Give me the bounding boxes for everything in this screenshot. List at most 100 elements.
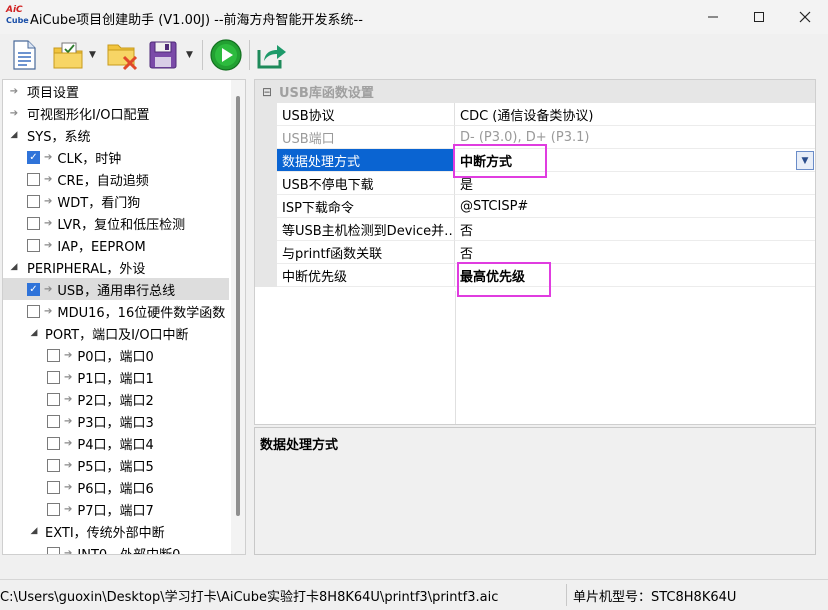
export-button[interactable] (256, 38, 288, 72)
property-name: USB不停电下载 (277, 172, 455, 195)
tree-item[interactable]: ➔ P0口，端口0 (3, 344, 229, 366)
collapse-icon[interactable]: ◢ (27, 526, 41, 536)
property-value[interactable]: CDC (通信设备类协议) (455, 103, 815, 126)
checkbox[interactable] (47, 414, 60, 428)
property-name: 中断优先级 (277, 264, 455, 287)
collapse-icon[interactable]: ◢ (7, 130, 21, 140)
chevron-down-icon[interactable]: ▼ (796, 151, 814, 170)
tree-item[interactable]: ➔ P3口，端口3 (3, 410, 229, 432)
property-name: USB端口 (277, 126, 455, 149)
save-icon (149, 41, 177, 69)
tree-item[interactable]: ➔ P4口，端口4 (3, 432, 229, 454)
tree-item[interactable]: ➔ IAP，EEPROM (3, 234, 229, 256)
arrow-right-icon: ➔ (64, 437, 73, 449)
tree-scrollbar-thumb[interactable] (236, 96, 240, 516)
property-value[interactable]: @STCISP# (455, 195, 815, 218)
export-icon (257, 45, 286, 69)
property-row[interactable]: ISP下载命令 @STCISP# (255, 195, 815, 218)
checkbox[interactable] (47, 502, 60, 516)
tree-item[interactable]: ➔ WDT，看门狗 (3, 190, 229, 212)
property-value[interactable]: 否 (455, 218, 815, 241)
save-dropdown-icon[interactable]: ▼ (186, 50, 193, 60)
collapse-icon[interactable]: ◢ (27, 328, 41, 338)
checkbox[interactable] (47, 348, 60, 362)
tree-item[interactable]: ➔ P2口，端口2 (3, 388, 229, 410)
property-category[interactable]: ⊟ USB库函数设置 (255, 80, 815, 103)
close-button[interactable] (782, 0, 828, 34)
checkbox[interactable] (47, 370, 60, 384)
checkbox[interactable] (27, 172, 40, 186)
arrow-right-icon: ➔ (64, 349, 73, 361)
checkbox[interactable] (27, 238, 40, 252)
checkbox[interactable] (27, 304, 40, 318)
open-dropdown-icon[interactable]: ▼ (89, 50, 96, 60)
run-icon (210, 39, 242, 71)
checkbox[interactable] (47, 458, 60, 472)
checkbox[interactable] (27, 194, 40, 208)
tree-group-exti[interactable]: ◢ EXTI，传统外部中断 (3, 520, 229, 542)
arrow-right-icon: ➔ (64, 393, 73, 405)
collapse-icon[interactable]: ◢ (7, 262, 21, 272)
delete-project-button[interactable] (106, 38, 140, 72)
tree-item[interactable]: ➔ 可视图形化I/O口配置 (3, 102, 229, 124)
toolbar-separator (202, 40, 203, 70)
module-tree: ➔ 项目设置 ➔ 可视图形化I/O口配置 ◢ SYS，系统 ✓ ➔ CLK，时钟… (2, 79, 246, 555)
property-name: ISP下载命令 (277, 195, 455, 218)
new-project-button[interactable] (10, 38, 38, 72)
property-name: 数据处理方式 (277, 149, 455, 172)
delete-project-icon (107, 44, 138, 71)
arrow-right-icon: ➔ (44, 195, 53, 207)
property-value[interactable]: 否 (455, 241, 815, 264)
status-separator (566, 584, 567, 606)
tree-item-usb[interactable]: ✓ ➔ USB，通用串行总线 (3, 278, 229, 300)
arrow-right-icon: ➔ (9, 85, 19, 97)
open-project-button[interactable] (52, 38, 84, 72)
toolbar: ▼ ▼ (0, 34, 828, 76)
new-document-icon (13, 40, 36, 70)
description-title: 数据处理方式 (260, 438, 339, 453)
minimize-button[interactable] (690, 0, 736, 34)
checkbox[interactable] (47, 436, 60, 450)
arrow-right-icon: ➔ (44, 173, 53, 185)
tree-item[interactable]: ➔ 项目设置 (3, 80, 229, 102)
tree-item[interactable]: ➔ P5口，端口5 (3, 454, 229, 476)
checkbox[interactable] (47, 392, 60, 406)
checkbox[interactable] (27, 216, 40, 230)
tree-item[interactable]: ➔ INT0，外部中断0 (3, 542, 229, 555)
tree-item[interactable]: ➔ CRE，自动追频 (3, 168, 229, 190)
window-title: AiCube项目创建助手 (V1.00J) --前海方舟智能开发系统-- (30, 13, 363, 28)
tree-item[interactable]: ➔ P6口，端口6 (3, 476, 229, 498)
arrow-right-icon: ➔ (44, 305, 53, 317)
arrow-right-icon: ➔ (9, 107, 19, 119)
arrow-right-icon: ➔ (44, 151, 53, 163)
property-row[interactable]: USB协议 CDC (通信设备类协议) (255, 103, 815, 126)
tree-item[interactable]: ➔ P7口，端口7 (3, 498, 229, 520)
tree-group-port[interactable]: ◢ PORT，端口及I/O口中断 (3, 322, 229, 344)
toolbar-separator (249, 40, 250, 70)
checkbox[interactable]: ✓ (27, 282, 40, 296)
arrow-right-icon: ➔ (64, 481, 73, 493)
checkbox[interactable]: ✓ (27, 150, 40, 164)
tree-item[interactable]: ➔ MDU16，16位硬件数学函数 (3, 300, 229, 322)
checkbox[interactable] (47, 546, 60, 554)
arrow-right-icon: ➔ (44, 239, 53, 251)
maximize-button[interactable] (736, 0, 782, 34)
minimize-icon (708, 16, 718, 18)
tree-group-peripheral[interactable]: ◢ PERIPHERAL，外设 (3, 256, 229, 278)
status-bar: C:\Users\guoxin\Desktop\学习打卡\AiCube实验打卡8… (0, 579, 828, 610)
property-row[interactable]: 与printf函数关联 否 (255, 241, 815, 264)
arrow-right-icon: ➔ (44, 217, 53, 229)
save-button[interactable] (148, 38, 178, 72)
tree-item[interactable]: ➔ P1口，端口1 (3, 366, 229, 388)
property-row[interactable]: 等USB主机检测到Device并… 否 (255, 218, 815, 241)
tree-item[interactable]: ➔ LVR，复位和低压检测 (3, 212, 229, 234)
tree-item[interactable]: ✓ ➔ CLK，时钟 (3, 146, 229, 168)
arrow-right-icon: ➔ (64, 547, 73, 555)
tree-group-sys[interactable]: ◢ SYS，系统 (3, 124, 229, 146)
mcu-model: 单片机型号：STC8H8K64U (573, 590, 737, 605)
highlight-box (457, 262, 551, 297)
run-button[interactable] (209, 38, 243, 72)
collapse-icon[interactable]: ⊟ (255, 85, 279, 99)
highlight-box (453, 144, 547, 178)
checkbox[interactable] (47, 480, 60, 494)
